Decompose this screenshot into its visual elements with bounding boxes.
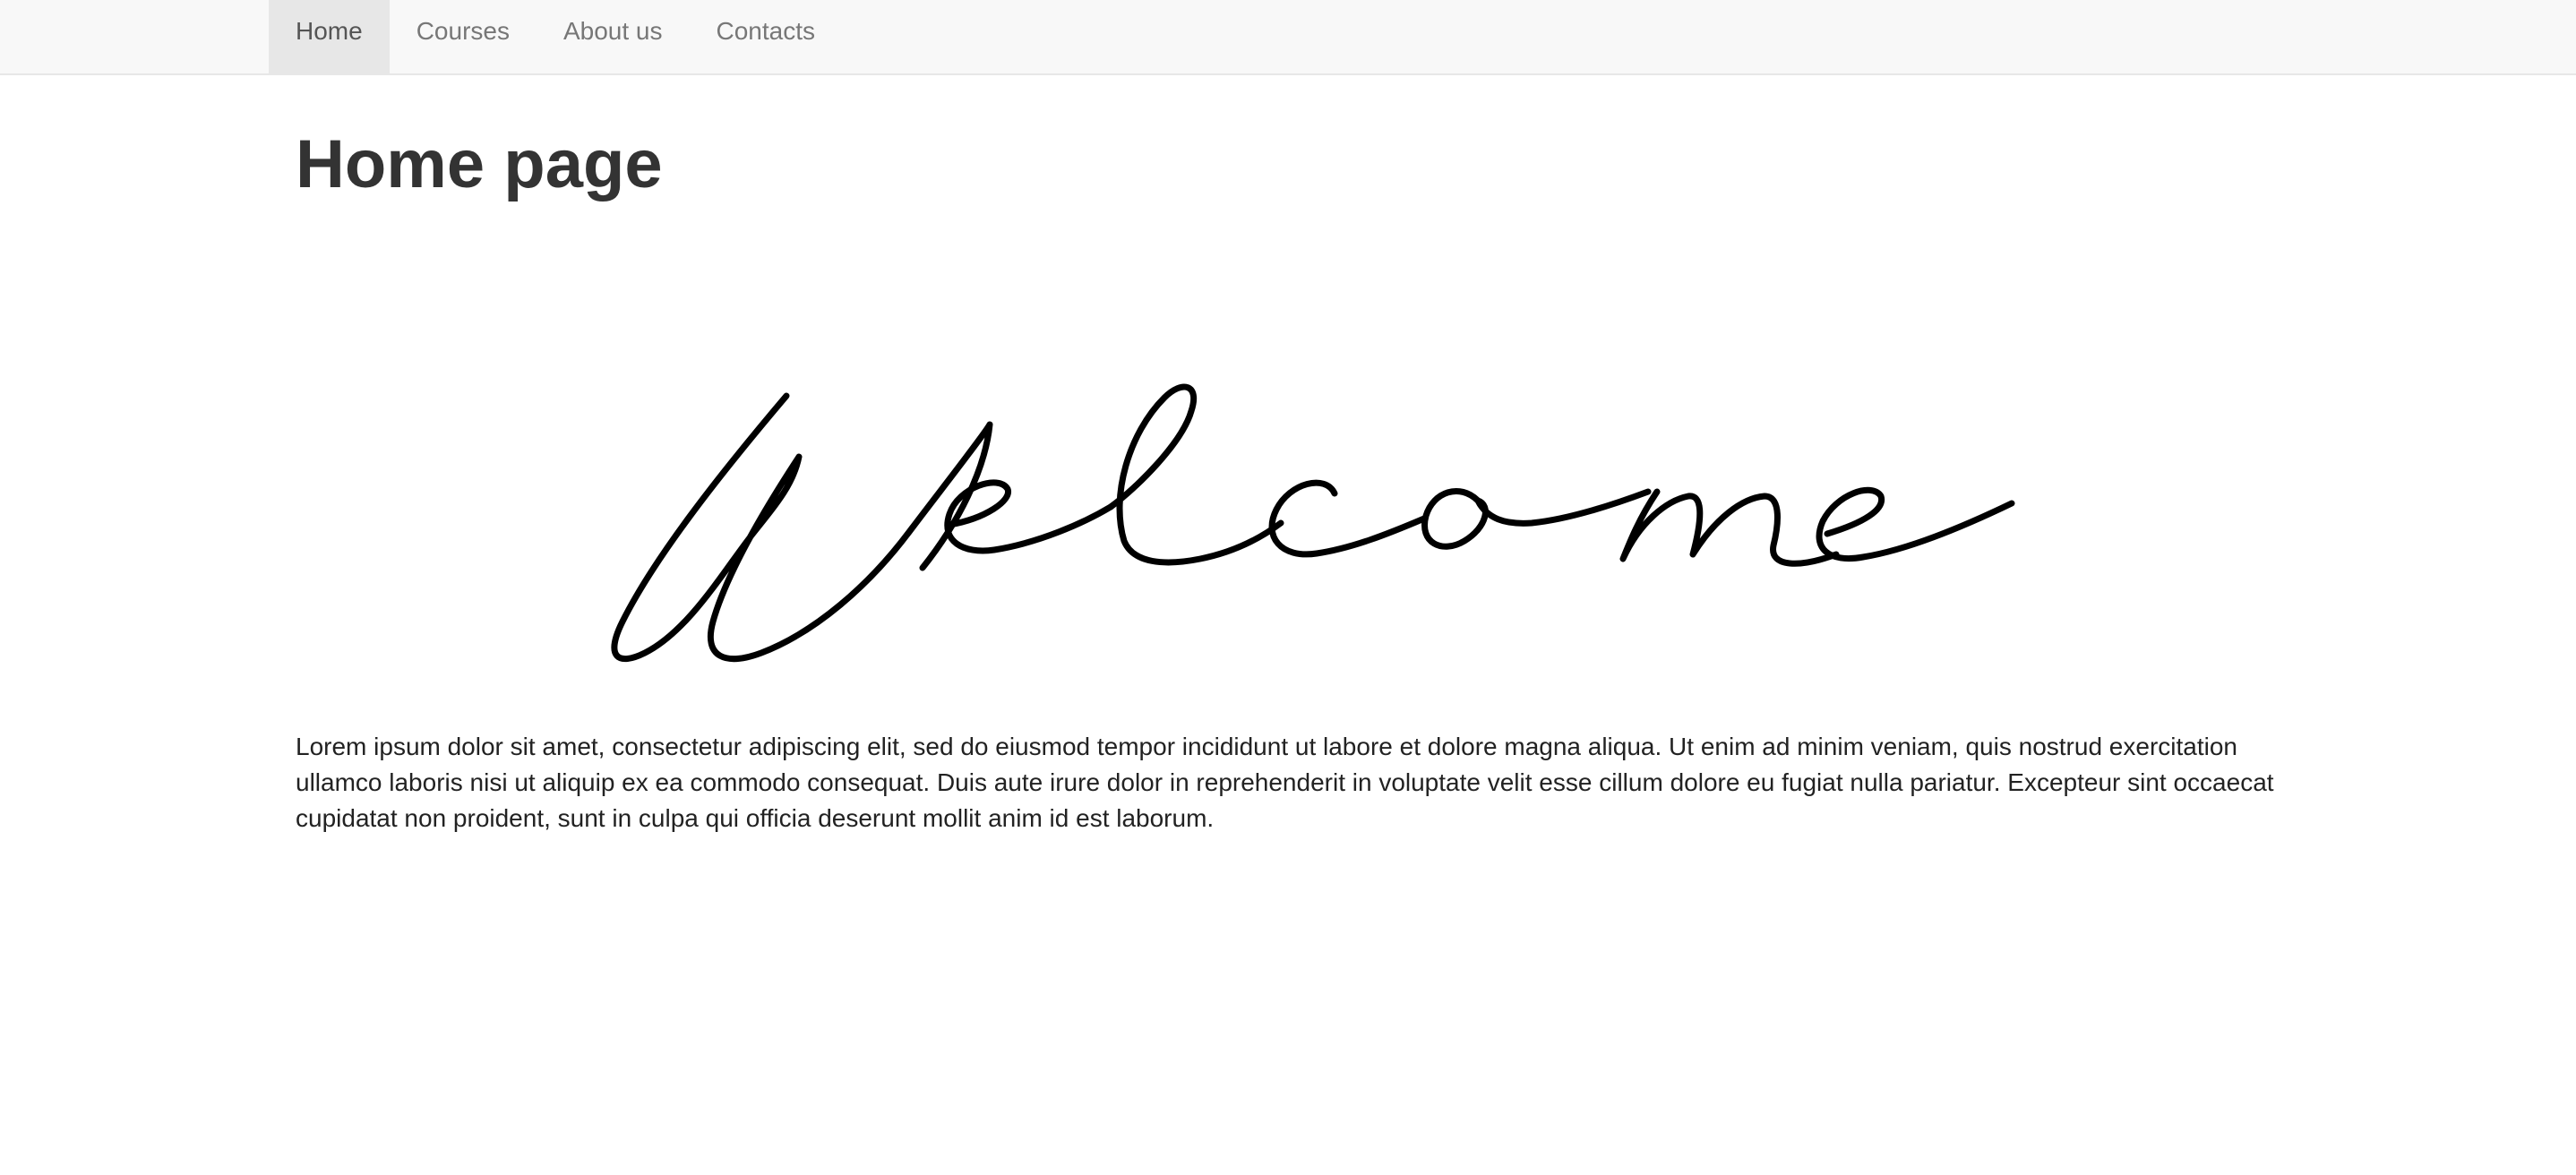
nav-item-courses[interactable]: Courses xyxy=(390,0,537,75)
page-title: Home page xyxy=(296,126,663,202)
nav-item-about-us[interactable]: About us xyxy=(537,0,690,75)
nav-item-home[interactable]: Home xyxy=(269,0,390,75)
welcome-script-image xyxy=(611,383,2015,663)
top-navbar: Home Courses About us Contacts xyxy=(0,0,2576,75)
welcome-banner xyxy=(296,299,2293,675)
nav-menu: Home Courses About us Contacts xyxy=(269,0,842,75)
nav-item-contacts[interactable]: Contacts xyxy=(690,0,843,75)
intro-paragraph: Lorem ipsum dolor sit amet, consectetur … xyxy=(296,733,2274,832)
